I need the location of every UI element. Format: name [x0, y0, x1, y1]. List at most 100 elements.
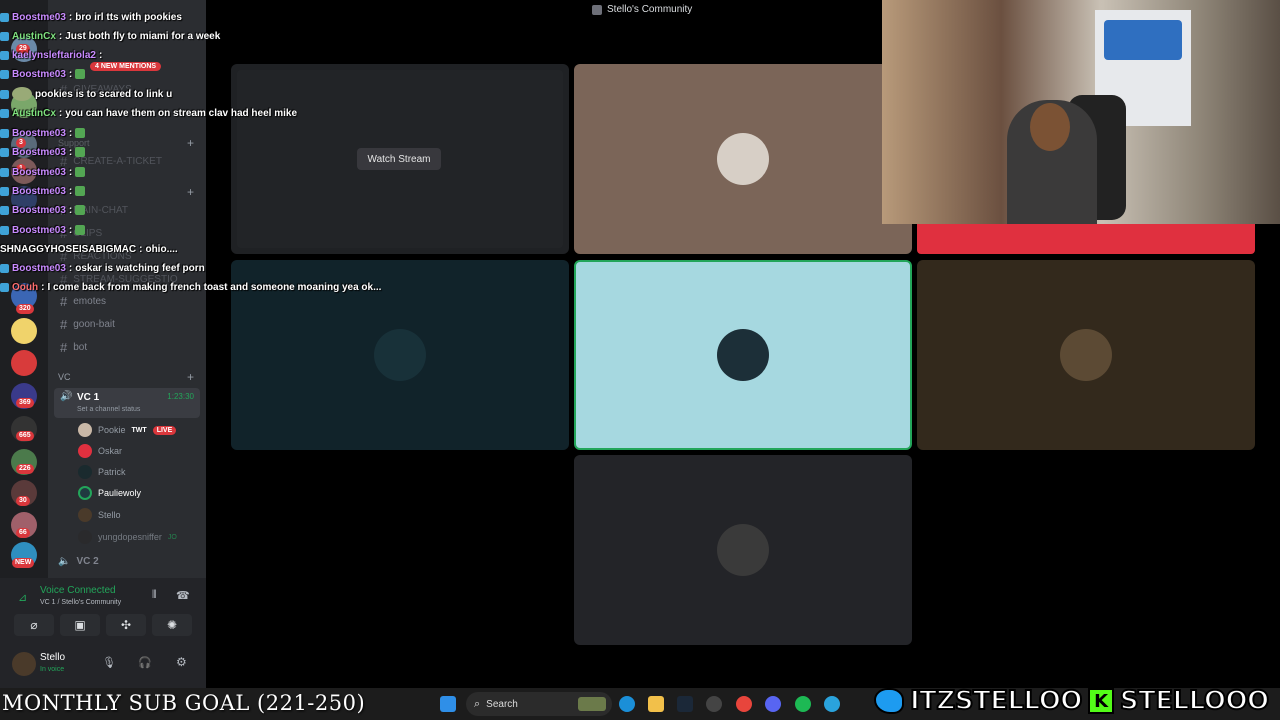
spotify-icon[interactable] [795, 696, 811, 712]
server-icon[interactable] [11, 350, 37, 376]
channel-bot[interactable]: # bot [60, 340, 87, 355]
platform-icon [0, 31, 9, 41]
chat-message: AustinCx: Just both fly to miami for a we… [0, 27, 220, 45]
chat-message: Boostme03: [0, 201, 86, 219]
vc1-status[interactable]: Set a channel status [77, 406, 140, 413]
emote-icon [75, 128, 86, 138]
member-oskar[interactable]: Oskar [78, 444, 122, 458]
streamer-head [1030, 103, 1070, 151]
search-highlight-icon [578, 697, 606, 711]
video-tile[interactable] [917, 260, 1255, 450]
platform-icon [0, 108, 9, 118]
soundboard-button[interactable]: ✺ [152, 614, 192, 636]
channel-goon-bait[interactable]: # goon-bait [60, 317, 115, 332]
disconnect-icon[interactable]: ☎ [176, 589, 190, 602]
obs-icon[interactable] [706, 696, 722, 712]
voice-channel-link[interactable]: VC 1 / Stello's Community [40, 599, 121, 606]
chat-message: Boostme03: bro irl tts with pookies [0, 8, 182, 26]
chat-message: Boostme03: [0, 182, 86, 200]
voice-channel-vc2[interactable]: 🔈 VC 2 [58, 556, 99, 567]
webcam-feed [882, 0, 1280, 224]
speaker-icon: 🔊 [60, 391, 73, 402]
server-badge: 665 [16, 431, 34, 441]
category-vc[interactable]: VC [58, 372, 71, 382]
windows-start-icon[interactable] [440, 696, 456, 712]
headphones-icon[interactable]: 🎧 [138, 656, 152, 669]
member-patrick[interactable]: Patrick [78, 465, 126, 479]
avatar [78, 486, 92, 500]
avatar [78, 423, 92, 437]
voice-channel-vc1[interactable]: 🔊 VC 1 1:23:30 Set a channel status [54, 388, 200, 418]
user-name: Stello [40, 652, 66, 663]
server-badge: 369 [16, 398, 34, 408]
tile-banner [917, 224, 1255, 254]
channel-emotes[interactable]: # emotes [60, 294, 106, 309]
server-badge: 320 [16, 304, 34, 314]
gear-icon[interactable]: ⚙ [176, 655, 187, 669]
sub-goal-text: MONTHLY SUB GOAL (221-250) [2, 691, 366, 715]
server-icon[interactable] [11, 318, 37, 344]
member-tag: TWT [131, 426, 147, 434]
emote-icon [75, 205, 86, 215]
file-explorer-icon[interactable] [648, 696, 664, 712]
member-yungdopesniffer[interactable]: yungdopesniffer JO [78, 530, 177, 544]
user-avatar[interactable] [12, 652, 36, 676]
chat-message: Oouh: I come back from making french toas… [0, 278, 381, 296]
live-badge: LIVE [152, 425, 177, 435]
platform-icon [0, 263, 9, 273]
twitter-icon [874, 688, 904, 714]
add-channel-icon[interactable]: + [187, 136, 194, 150]
noise-suppression-icon[interactable]: ⫴ [152, 589, 157, 602]
video-tile-speaking[interactable] [574, 260, 912, 450]
speaker-icon: 🔈 [58, 556, 71, 567]
discord-icon[interactable] [765, 696, 781, 712]
telegram-icon[interactable] [824, 696, 840, 712]
microphone-icon[interactable]: 🎙 [102, 656, 116, 669]
discord-stream-screen: 29 3 1 320 369 665 226 30 66 NEW # GIVEAW… [0, 0, 1280, 720]
member-pookie[interactable]: Pookie TWT LIVE [78, 423, 177, 437]
platform-icon [0, 12, 9, 22]
voice-status[interactable]: Voice Connected [40, 585, 116, 596]
watch-stream-button[interactable]: Watch Stream [357, 148, 441, 170]
member-pauliewoly[interactable]: Pauliewoly [78, 486, 141, 500]
member-stello[interactable]: Stello [78, 508, 121, 522]
search-icon: ⌕ [474, 697, 481, 710]
screenshare-icon: ▣ [74, 618, 86, 632]
avatar [78, 465, 92, 479]
screenshare-button[interactable]: ▣ [60, 614, 100, 636]
platform-icon [0, 128, 9, 138]
platform-icon [0, 282, 9, 292]
member-tag: JO [167, 533, 177, 541]
video-tile[interactable] [574, 64, 912, 254]
camera-button[interactable]: ⌀ [14, 614, 54, 636]
edge-icon[interactable] [619, 696, 635, 712]
server-badge: 30 [16, 496, 30, 506]
platform-icon [0, 69, 9, 79]
voice-panel: ⊿ Voice Connected VC 1 / Stello's Commun… [0, 578, 206, 688]
add-channel-icon[interactable]: + [187, 370, 194, 384]
hash-icon: # [60, 317, 68, 332]
avatar [78, 530, 92, 544]
platform-icon [0, 50, 9, 60]
hash-icon: # [60, 294, 68, 309]
video-tile[interactable] [574, 455, 912, 645]
chrome-icon[interactable] [736, 696, 752, 712]
vc1-timer: 1:23:30 [167, 392, 194, 401]
activities-button[interactable]: ✣ [106, 614, 146, 636]
kick-handle: STELLOOO [1119, 685, 1270, 717]
social-handles: ITZSTELLOO K STELLOOO [874, 684, 1270, 718]
platform-icon [0, 147, 9, 157]
chat-message: pookies is to scared to link u [0, 85, 172, 103]
vc1-name: VC 1 [77, 392, 100, 403]
taskbar-search[interactable]: ⌕ Search [466, 692, 612, 716]
user-status: In voice [40, 666, 65, 673]
activities-icon: ✣ [120, 618, 132, 632]
emote-icon [75, 147, 86, 157]
participant-avatar [1060, 329, 1112, 381]
add-channel-icon[interactable]: + [187, 185, 194, 199]
avatar [78, 444, 92, 458]
emote-icon [75, 225, 86, 235]
chat-message: Boostme03: [0, 163, 86, 181]
steam-icon[interactable] [677, 696, 693, 712]
emote-icon [75, 186, 86, 196]
